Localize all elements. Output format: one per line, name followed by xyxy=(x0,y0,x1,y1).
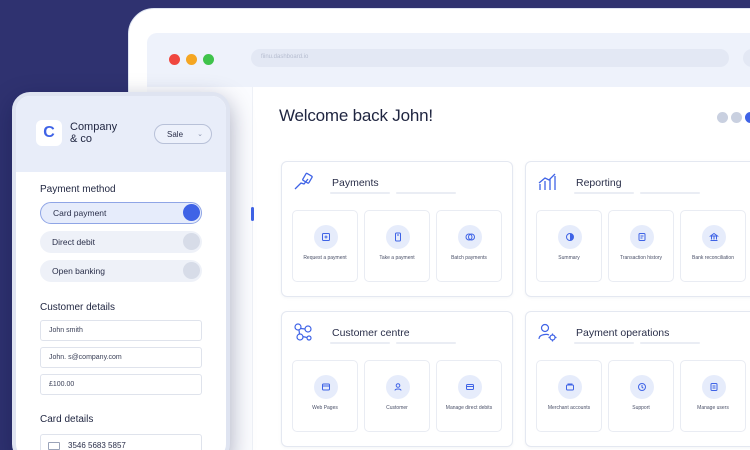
tile-manage-users[interactable]: Manage users xyxy=(680,360,746,432)
payments-card: Payments Request a payment Take a paymen… xyxy=(281,161,513,297)
card-number-field[interactable]: 3546 5683 5857 xyxy=(40,434,202,450)
company-name: Company & co xyxy=(70,121,117,145)
card-title: Customer centre xyxy=(332,327,410,339)
tile-label: Support xyxy=(632,405,650,411)
batch-payments-icon xyxy=(458,225,482,249)
customer-centre-card: Customer centre Web Pages Customer Manag… xyxy=(281,311,513,447)
tile-support[interactable]: Support xyxy=(608,360,674,432)
amount-field[interactable]: £100.00 xyxy=(40,374,202,395)
tile-label: Manage direct debits xyxy=(445,405,493,411)
radio-selected-icon xyxy=(183,204,200,221)
tile-web-pages[interactable]: Web Pages xyxy=(292,360,358,432)
tile-manage-direct-debits[interactable]: Manage direct debits xyxy=(436,360,502,432)
page-title: Welcome back John! xyxy=(279,106,433,125)
card-details-label: Card details xyxy=(40,414,94,425)
support-icon xyxy=(630,375,654,399)
minimize-window-button[interactable] xyxy=(186,54,197,65)
card-title: Payments xyxy=(332,177,379,189)
tile-transaction-history[interactable]: Transaction history xyxy=(608,210,674,282)
option-open-banking[interactable]: Open banking xyxy=(40,260,202,282)
radio-unselected-icon xyxy=(183,233,200,250)
history-icon xyxy=(630,225,654,249)
carousel-dot[interactable] xyxy=(731,112,742,123)
bank-icon xyxy=(702,225,726,249)
tile-label: Customer xyxy=(386,405,408,411)
address-bar[interactable]: fiinu.dashboard.io xyxy=(251,49,729,67)
company-name-line1: Company xyxy=(70,121,118,133)
transaction-type-dropdown[interactable]: Sale ⌄ xyxy=(154,124,212,144)
request-payment-icon xyxy=(314,225,338,249)
name-field[interactable]: John smith xyxy=(40,320,202,341)
email-field[interactable]: John. s@company.com xyxy=(40,347,202,368)
network-icon xyxy=(294,323,312,341)
option-label: Open banking xyxy=(52,266,105,276)
company-logo: C xyxy=(36,120,62,146)
tile-label: Bank reconciliation xyxy=(692,255,734,261)
dropdown-value: Sale xyxy=(167,130,184,139)
card-title: Payment operations xyxy=(576,327,670,339)
card-number-value: 3546 5683 5857 xyxy=(68,441,126,450)
carousel-dot-active[interactable] xyxy=(745,112,750,123)
card-title: Reporting xyxy=(576,177,622,189)
tile-label: Request a payment xyxy=(303,255,347,261)
option-card-payment[interactable]: Card payment xyxy=(40,202,202,224)
pie-chart-icon xyxy=(558,225,582,249)
carousel-dot[interactable] xyxy=(717,112,728,123)
take-payment-icon xyxy=(386,225,410,249)
tile-customer[interactable]: Customer xyxy=(364,360,430,432)
user-settings-icon xyxy=(538,323,557,342)
tile-label: Manage users xyxy=(697,405,729,411)
company-name-line2: & co xyxy=(70,133,93,145)
tile-label: Transaction history xyxy=(619,255,663,261)
payment-operations-card: Payment operations Merchant accounts Sup… xyxy=(525,311,750,447)
customer-details-label: Customer details xyxy=(40,302,116,313)
payment-hand-icon xyxy=(294,172,313,190)
tile-label: Batch payments xyxy=(451,255,487,261)
option-label: Direct debit xyxy=(52,237,95,247)
tile-merchant-accounts[interactable]: Merchant accounts xyxy=(536,360,602,432)
tile-label: Summary xyxy=(558,255,580,261)
close-window-button[interactable] xyxy=(169,54,180,65)
customer-icon xyxy=(386,375,410,399)
tile-take-payment[interactable]: Take a payment xyxy=(364,210,430,282)
web-page-icon xyxy=(314,375,338,399)
tile-label: Web Pages xyxy=(312,405,338,411)
mobile-payment-panel: C Company & co Sale ⌄ Payment method Car… xyxy=(12,92,230,450)
bar-chart-icon xyxy=(538,173,556,190)
tile-request-payment[interactable]: Request a payment xyxy=(292,210,358,282)
browser-action-button[interactable] xyxy=(743,49,750,67)
radio-unselected-icon xyxy=(183,262,200,279)
browser-toolbar: fiinu.dashboard.io xyxy=(147,33,750,87)
sidebar-active-indicator xyxy=(251,207,254,221)
tile-bank-reconciliation[interactable]: Bank reconciliation xyxy=(680,210,746,282)
maximize-window-button[interactable] xyxy=(203,54,214,65)
option-direct-debit[interactable]: Direct debit xyxy=(40,231,202,253)
tile-summary[interactable]: Summary xyxy=(536,210,602,282)
reporting-card: Reporting Summary Transaction history Ba… xyxy=(525,161,750,297)
payment-method-label: Payment method xyxy=(40,184,116,195)
tile-batch-payments[interactable]: Batch payments xyxy=(436,210,502,282)
credit-card-icon xyxy=(48,442,60,450)
direct-debit-icon xyxy=(458,375,482,399)
tile-label: Merchant accounts xyxy=(547,405,591,411)
tile-label: Take a payment xyxy=(379,255,415,261)
manage-users-icon xyxy=(702,375,726,399)
merchant-icon xyxy=(558,375,582,399)
chevron-down-icon: ⌄ xyxy=(197,131,203,138)
mobile-header: C Company & co Sale ⌄ xyxy=(16,96,226,172)
option-label: Card payment xyxy=(53,208,107,218)
